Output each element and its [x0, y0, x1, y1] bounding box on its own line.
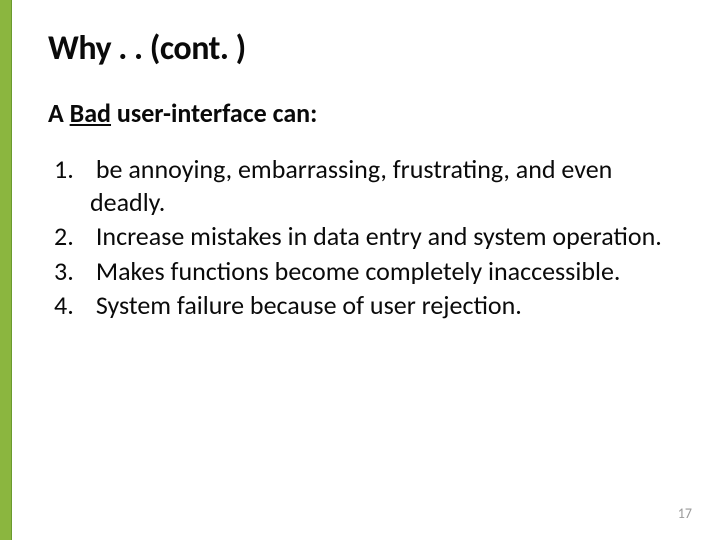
list-item: Increase mistakes in data entry and syst… [54, 220, 680, 253]
list-item-text: be annoying, embarrassing, frustrating, … [90, 153, 612, 218]
bullet-list: be annoying, embarrassing, frustrating, … [48, 153, 680, 322]
list-item-text: Increase mistakes in data entry and syst… [90, 220, 662, 252]
list-item: System failure because of user rejection… [54, 289, 680, 322]
subtitle-underlined: Bad [70, 97, 111, 129]
slide-title: Why . . (cont. ) [48, 28, 680, 69]
page-number: 17 [678, 505, 692, 522]
subtitle-prefix: A [48, 97, 70, 129]
list-item: be annoying, embarrassing, frustrating, … [54, 153, 680, 218]
list-item-text: System failure because of user rejection… [90, 289, 522, 321]
list-item-text: Makes functions become completely inacce… [90, 255, 620, 287]
slide-subtitle: A Bad user-interface can: [48, 97, 680, 129]
subtitle-suffix: user-interface can: [111, 97, 317, 129]
slide-content: Why . . (cont. ) A Bad user-interface ca… [12, 0, 720, 540]
list-item: Makes functions become completely inacce… [54, 255, 680, 288]
slide-accent-bar [0, 0, 12, 540]
